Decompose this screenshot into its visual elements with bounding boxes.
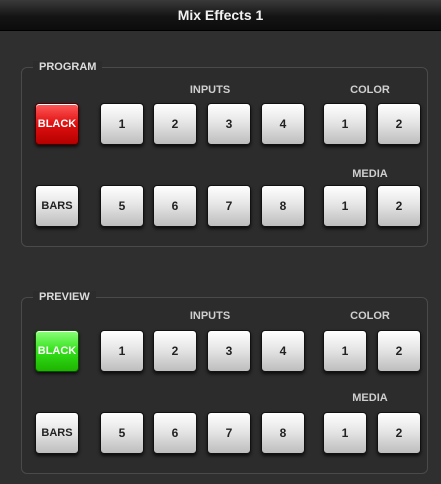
window-title: Mix Effects 1 bbox=[0, 0, 441, 31]
preview-bars-button[interactable]: BARS bbox=[35, 412, 79, 454]
preview-label: PREVIEW bbox=[33, 291, 96, 303]
program-input-5-button[interactable]: 5 bbox=[100, 185, 144, 227]
program-input-6-button[interactable]: 6 bbox=[153, 185, 197, 227]
preview-input-4-button[interactable]: 4 bbox=[261, 330, 305, 372]
preview-color-label: COLOR bbox=[350, 310, 390, 322]
preview-media-1-button[interactable]: 1 bbox=[323, 412, 367, 454]
program-color-1-button[interactable]: 1 bbox=[323, 103, 367, 145]
program-media-1-button[interactable]: 1 bbox=[323, 185, 367, 227]
preview-input-6-button[interactable]: 6 bbox=[153, 412, 197, 454]
program-input-3-button[interactable]: 3 bbox=[207, 103, 251, 145]
preview-media-2-button[interactable]: 2 bbox=[377, 412, 421, 454]
preview-input-2-button[interactable]: 2 bbox=[153, 330, 197, 372]
program-black-button[interactable]: BLACK bbox=[35, 103, 79, 145]
program-input-4-button[interactable]: 4 bbox=[261, 103, 305, 145]
preview-color-1-button[interactable]: 1 bbox=[323, 330, 367, 372]
preview-inputs-label: INPUTS bbox=[189, 310, 231, 322]
preview-input-1-button[interactable]: 1 bbox=[100, 330, 144, 372]
program-bars-button[interactable]: BARS bbox=[35, 185, 79, 227]
program-inputs-label: INPUTS bbox=[189, 84, 231, 96]
preview-media-label: MEDIA bbox=[352, 392, 388, 404]
program-input-7-button[interactable]: 7 bbox=[207, 185, 251, 227]
program-color-label: COLOR bbox=[350, 84, 390, 96]
preview-input-7-button[interactable]: 7 bbox=[207, 412, 251, 454]
preview-black-button[interactable]: BLACK bbox=[35, 330, 79, 372]
program-color-2-button[interactable]: 2 bbox=[377, 103, 421, 145]
preview-input-5-button[interactable]: 5 bbox=[100, 412, 144, 454]
program-media-2-button[interactable]: 2 bbox=[377, 185, 421, 227]
preview-input-3-button[interactable]: 3 bbox=[207, 330, 251, 372]
preview-input-8-button[interactable]: 8 bbox=[261, 412, 305, 454]
program-input-2-button[interactable]: 2 bbox=[153, 103, 197, 145]
program-label: PROGRAM bbox=[33, 61, 103, 73]
preview-color-2-button[interactable]: 2 bbox=[377, 330, 421, 372]
mix-effects-window: Mix Effects 1 PROGRAM INPUTS COLOR MEDIA… bbox=[0, 0, 441, 484]
program-input-1-button[interactable]: 1 bbox=[100, 103, 144, 145]
program-media-label: MEDIA bbox=[352, 168, 388, 180]
program-input-8-button[interactable]: 8 bbox=[261, 185, 305, 227]
